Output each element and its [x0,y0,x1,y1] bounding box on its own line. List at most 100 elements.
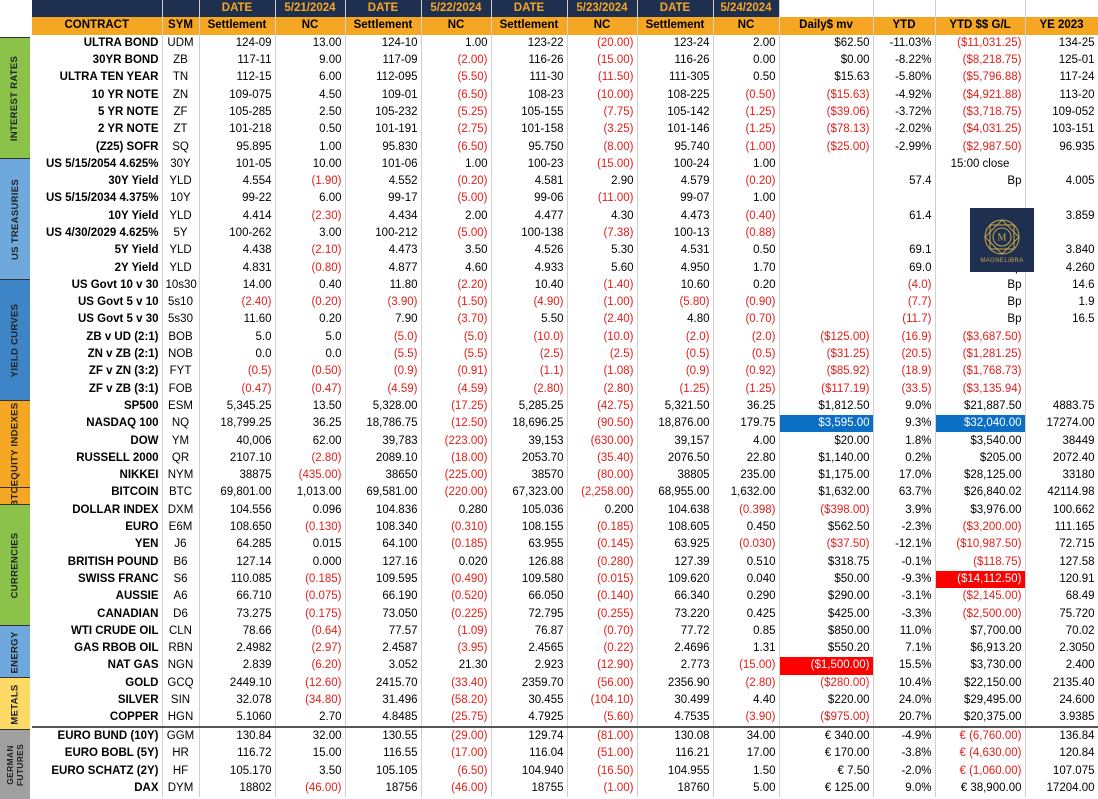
cell-value: $3,730.00 [935,657,1026,675]
cell-value: $1,812.50 [779,397,874,416]
cell-value: 2.773 [637,657,714,675]
cell-value: 13.00 [275,34,346,52]
cell-value: ($14,112.50) [935,570,1026,589]
header-blank [935,0,1026,18]
date-label: DATE [491,0,568,18]
cell-value [779,259,874,277]
cell-value: 111-305 [637,69,714,87]
symbol: ZT [162,121,200,139]
cell-value: 17204.00 [1025,779,1098,798]
cell-value: 63.925 [637,536,714,554]
cell-value: (25.75) [421,709,492,729]
section-band: GERMAN FUTURES [0,729,30,799]
contract-name: ZF v ZN (3:2) [32,363,163,381]
cell-value: (5.0) [421,328,492,346]
cell-value: 99-17 [345,190,422,208]
cell-value: 73.275 [199,605,276,623]
cell-value: 36.25 [713,397,780,416]
symbol: ESM [162,397,200,416]
table-row: US Govt 10 v 30 10s30 14.00 0.40 11.80 (2.20)… [32,276,1098,295]
cell-value: (46.00) [275,779,346,798]
cell-value: ($85.92) [779,363,874,381]
cell-value: -3.8% [873,745,936,763]
symbol: BOB [162,328,200,346]
cell-value: (0.398) [713,501,780,519]
cell-value: $29,495.00 [935,691,1026,710]
cell-value: -5.80% [873,69,936,87]
cell-value: (1.00) [713,138,780,156]
cell-value: 0.0 [275,345,346,364]
cell-value: $3,976.00 [935,501,1026,519]
cell-value: 39,153 [491,432,568,450]
cell-value: $6,913.20 [935,639,1026,658]
contract-name: AUSSIE [32,588,163,606]
cell-value: 6.00 [275,190,346,208]
contract-name: ULTRA BOND [32,34,163,52]
table-row: CANADIAN D6 73.275 (0.175) 73.050 (0.225) 72.7… [32,605,1098,623]
cell-value: 120.91 [1025,570,1098,589]
cell-value: (16.9) [873,328,936,346]
symbol: GGM [162,727,200,746]
cell-value: ($2,145.00) [935,588,1026,606]
cell-value: 127.14 [199,553,276,571]
cell-value: (0.47) [275,380,346,398]
table-row: SP500 ESM 5,345.25 13.50 5,328.00 (17.25) 5,28… [32,397,1098,416]
cell-value: 99-07 [637,190,714,208]
cell-value: 101-06 [345,155,422,173]
cell-value: 2.4696 [637,639,714,658]
cell-value [779,276,874,295]
cell-value: 108.340 [345,518,422,537]
cell-value: 101-05 [199,155,276,173]
cell-value: 4.877 [345,259,422,277]
symbol: QR [162,449,200,468]
symbol: 5s30 [162,311,200,329]
cell-value: (0.20) [421,172,492,191]
cell-value: (81.00) [567,727,638,746]
cell-value: 125-01 [1025,51,1098,70]
cell-value: Bp [935,276,1026,295]
futures-table: DATE 5/21/2024 DATE 5/22/2024 DATE 5/23/2024 D… [32,0,1098,798]
cell-value: (3.95) [421,639,492,658]
cell-value: 2076.50 [637,449,714,468]
cell-value: (0.075) [275,588,346,606]
cell-value: (1.50) [421,294,492,312]
cell-value: 1.70 [713,259,780,277]
cell-value: 116.55 [345,745,422,763]
section-label: GERMAN FUTURES [5,743,26,786]
cell-value: (0.64) [275,622,346,640]
table-row: EURO BOBL (5Y) HR 116.72 15.00 116.55 (17.00)… [32,745,1098,763]
cell-value: ($3,687.50) [935,328,1026,346]
symbol: ZB [162,51,200,70]
cell-value: (8.00) [567,138,638,156]
section-label: METALS [9,683,21,725]
contract-name: 5 YR NOTE [32,103,163,122]
contract-name: 2Y Yield [32,259,163,277]
cell-value: (2.40) [199,294,276,312]
table-row: US 5/15/2034 4.375% 10Y 99-22 6.00 99-17 (5.0… [32,190,1098,208]
cell-value: 108-225 [637,86,714,104]
cell-value: 9.0% [873,779,936,798]
cell-value: 4.438 [199,242,276,260]
cell-value: 6.00 [275,69,346,87]
contract-name: US 5/15/2034 4.375% [32,190,163,208]
cell-value: (6.50) [421,138,492,156]
table-row: 30YR BOND ZB 117-11 9.00 117-09 (2.00) 116-26(… [32,51,1098,70]
cell-value: 100-138 [491,224,568,243]
cell-value: 3.052 [345,657,422,675]
cell-value: 67,323.00 [491,484,568,502]
cell-value: 2089.10 [345,449,422,468]
cell-value: $50.00 [779,570,874,589]
cell-value: 5,285.25 [491,397,568,416]
cell-value: (15.00) [567,155,638,173]
cell-value: 124-09 [199,34,276,52]
cell-value: 4.50 [275,86,346,104]
symbol: DYM [162,779,200,798]
cell-value: (2.0) [637,328,714,346]
date-label: DATE [637,0,714,18]
cell-value: 2.00 [713,34,780,52]
cell-value: € (1,060.00) [935,762,1026,780]
cell-value: (2.30) [275,207,346,225]
section-band: BTC [0,486,30,507]
cell-value: 40,006 [199,432,276,450]
cell-value: 99-22 [199,190,276,208]
